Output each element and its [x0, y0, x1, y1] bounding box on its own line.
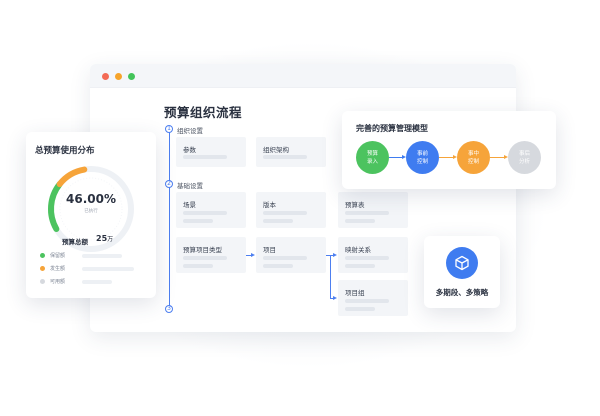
- step-label-basic-settings: 基础设置: [177, 182, 203, 190]
- connector-arrow: [333, 296, 337, 300]
- step-number-1: 1: [165, 125, 173, 133]
- node-params-label: 参数: [183, 146, 196, 154]
- cube-icon-svg: [455, 255, 469, 271]
- multi-stage-label: 多期段、多策略: [435, 288, 489, 297]
- stage-line2: 录入: [366, 159, 378, 165]
- page-title: 预算组织流程: [164, 105, 243, 120]
- stage-line1: 事中: [467, 151, 479, 157]
- node-budget-item-type[interactable]: 预算项目类型: [176, 237, 246, 273]
- step-label-org-settings: 组织设置: [177, 127, 203, 135]
- legend-dot-gray: [40, 279, 45, 284]
- placeholder-bar: [345, 299, 389, 303]
- stage-line2: 控制: [467, 159, 479, 165]
- placeholder-bar: [345, 264, 375, 268]
- connector-line: [330, 255, 331, 298]
- multi-stage-card: 多期段、多策略: [424, 236, 500, 308]
- close-window-button[interactable]: [102, 73, 109, 80]
- node-item-group-label: 项目组: [345, 289, 365, 297]
- budget-usage-card: 总预算使用分布 46.00% 已执行 预算总额 25万 保留额 发生额 可用额: [26, 132, 156, 298]
- node-params[interactable]: 参数: [176, 137, 246, 167]
- node-mapping[interactable]: 映射关系: [338, 237, 408, 273]
- placeholder-bar: [263, 264, 293, 268]
- stage-connector: [490, 157, 504, 158]
- legend-dot-orange: [40, 266, 45, 271]
- node-budget-item-type-label: 预算项目类型: [183, 246, 222, 254]
- step-number-2: 2: [165, 180, 173, 188]
- node-item[interactable]: 项目: [256, 237, 326, 273]
- stage-connector: [439, 157, 453, 158]
- node-budget-table-label: 预算表: [345, 201, 365, 209]
- model-card-title: 完善的预算管理模型: [356, 124, 428, 133]
- total-budget-value: 25万: [96, 234, 113, 243]
- placeholder-bar: [345, 307, 375, 311]
- node-mapping-label: 映射关系: [345, 246, 371, 254]
- step-timeline: [169, 128, 170, 310]
- budget-model-card: 完善的预算管理模型 预算 录入 事前 控制 事中 控制 事后 分析: [342, 111, 556, 189]
- stage-budget-entry[interactable]: 预算 录入: [356, 141, 389, 174]
- legend-reserved-label: 保留额: [50, 253, 66, 259]
- connector-arrow: [251, 253, 255, 257]
- node-org-structure-label: 组织架构: [263, 146, 289, 154]
- total-budget-number: 25: [96, 234, 108, 243]
- stage-line1: 事前: [416, 151, 428, 157]
- stage-post-analysis[interactable]: 事后 分析: [508, 141, 541, 174]
- legend-dot-green: [40, 253, 45, 258]
- stage-line1: 预算: [366, 151, 378, 157]
- gauge-reserved-arc: [48, 181, 63, 232]
- legend-occurred-label: 发生额: [50, 266, 66, 272]
- node-scene[interactable]: 场景: [176, 192, 246, 228]
- stage-in-control[interactable]: 事中 控制: [457, 141, 490, 174]
- gauge-percent: 46.00%: [66, 192, 116, 206]
- legend-placeholder-bar: [82, 280, 112, 284]
- placeholder-bar: [263, 211, 307, 215]
- legend-placeholder-bar: [82, 267, 134, 271]
- gauge-sub-label: 已执行: [84, 209, 98, 214]
- placeholder-bar: [345, 211, 389, 215]
- node-item-label: 项目: [263, 246, 276, 254]
- stage-line1: 事后: [518, 151, 530, 157]
- placeholder-bar: [183, 211, 227, 215]
- placeholder-bar: [183, 264, 213, 268]
- placeholder-bar: [345, 256, 389, 260]
- stage-line2: 分析: [518, 159, 530, 165]
- connector-arrow: [333, 253, 337, 257]
- gauge-occurred-arc: [56, 166, 88, 188]
- minimize-window-button[interactable]: [115, 73, 122, 80]
- node-version-label: 版本: [263, 201, 276, 209]
- window-titlebar: [90, 64, 516, 88]
- placeholder-bar: [183, 155, 227, 159]
- stage-line2: 控制: [416, 159, 428, 165]
- cube-icon: [446, 247, 478, 279]
- node-item-group[interactable]: 项目组: [338, 280, 408, 316]
- placeholder-bar: [263, 155, 307, 159]
- legend-available-label: 可用额: [50, 279, 66, 285]
- total-budget-unit: 万: [107, 236, 114, 243]
- maximize-window-button[interactable]: [128, 73, 135, 80]
- placeholder-bar: [183, 256, 227, 260]
- total-budget-label: 预算总额: [62, 238, 88, 246]
- node-version[interactable]: 版本: [256, 192, 326, 228]
- node-org-structure[interactable]: 组织架构: [256, 137, 326, 167]
- placeholder-bar: [183, 219, 213, 223]
- step-number-3: 3: [165, 305, 173, 313]
- node-budget-table[interactable]: 预算表: [338, 192, 408, 228]
- stage-connector: [389, 157, 402, 158]
- placeholder-bar: [345, 219, 375, 223]
- placeholder-bar: [263, 219, 293, 223]
- legend-placeholder-bar: [82, 254, 122, 258]
- budget-card-title: 总预算使用分布: [35, 146, 95, 156]
- placeholder-bar: [263, 256, 307, 260]
- stage-pre-control[interactable]: 事前 控制: [406, 141, 439, 174]
- node-scene-label: 场景: [183, 201, 196, 209]
